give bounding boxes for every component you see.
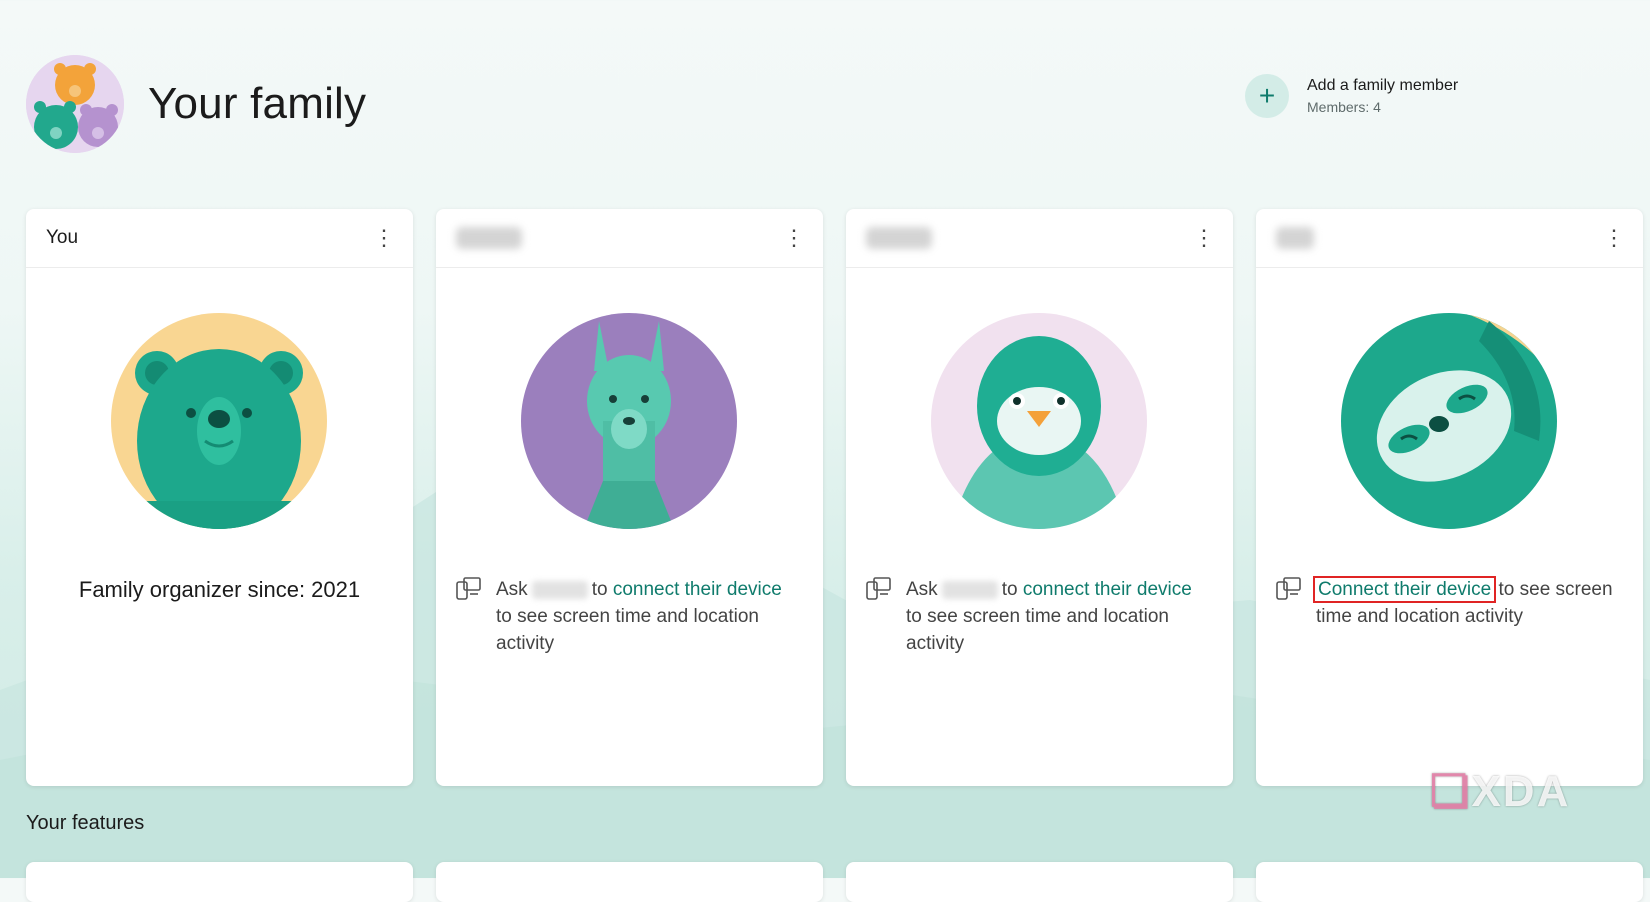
feature-card[interactable] — [1256, 862, 1643, 902]
member-name-redacted — [531, 580, 588, 599]
connect-device-info: Ask to connect their device to see screen… — [866, 576, 1211, 657]
member-name-redacted — [456, 227, 522, 249]
member-name-redacted — [1276, 227, 1314, 249]
member-name-redacted — [866, 227, 932, 249]
llama-avatar — [521, 313, 737, 529]
watermark-text: XDA — [1471, 767, 1571, 816]
penguin-avatar — [931, 313, 1147, 529]
more-options-icon[interactable]: ⋮ — [1193, 227, 1215, 249]
info-suffix: to see screen time and location activity — [496, 606, 759, 654]
feature-card[interactable] — [846, 862, 1233, 902]
connect-device-info: Connect their device to see screen time … — [1276, 576, 1621, 630]
member-card-3[interactable]: ⋮ Ask to connect their device to see scre… — [846, 209, 1233, 786]
connect-device-info: Ask to connect their device to see screen… — [456, 576, 801, 657]
devices-icon — [1276, 577, 1301, 600]
devices-icon — [456, 577, 481, 600]
connect-device-link[interactable]: connect their device — [613, 579, 782, 600]
add-member-label[interactable]: Add a family member — [1307, 77, 1458, 95]
more-options-icon[interactable]: ⋮ — [1603, 227, 1625, 249]
info-suffix: to see screen time and location activity — [906, 606, 1169, 654]
connect-device-link[interactable]: connect their device — [1023, 579, 1192, 600]
family-avatar — [26, 55, 124, 153]
to-text: to — [591, 579, 608, 600]
ask-text: Ask — [496, 579, 528, 600]
xda-watermark: ❏XDA — [1430, 766, 1570, 817]
feature-card[interactable] — [436, 862, 823, 902]
info-text: Connect their device to see screen time … — [1312, 576, 1621, 630]
add-family-member-button[interactable]: + Add a family member Members: 4 — [1245, 74, 1458, 118]
member-name: You — [46, 227, 79, 248]
member-name-redacted — [941, 580, 998, 599]
bear-avatar — [111, 313, 327, 529]
card-header: You ⋮ — [26, 209, 413, 268]
connect-device-link[interactable]: Connect their device — [1312, 576, 1497, 603]
plus-icon[interactable]: + — [1245, 74, 1289, 118]
members-count: Members: 4 — [1307, 99, 1381, 115]
add-member-text: Add a family member Members: 4 — [1307, 77, 1458, 115]
member-card-4[interactable]: ⋮ Connect their device to see screen tim… — [1256, 209, 1643, 786]
info-text: Ask to connect their device to see screen… — [906, 576, 1211, 657]
page-header: Your family — [26, 55, 366, 153]
features-title: Your features — [26, 812, 145, 834]
card-header: ⋮ — [1256, 209, 1643, 268]
member-card-you[interactable]: You ⋮ Family organizer since: 2021 — [26, 209, 413, 786]
to-text: to — [1001, 579, 1018, 600]
more-options-icon[interactable]: ⋮ — [373, 227, 395, 249]
more-options-icon[interactable]: ⋮ — [783, 227, 805, 249]
sloth-avatar — [1341, 313, 1557, 529]
devices-icon — [866, 577, 891, 600]
card-header: ⋮ — [846, 209, 1233, 268]
card-header: ⋮ — [436, 209, 823, 268]
organizer-text: Family organizer since: 2021 — [78, 577, 361, 602]
feature-card[interactable] — [26, 862, 413, 902]
member-card-2[interactable]: ⋮ Ask to connect their device to see scre… — [436, 209, 823, 786]
page-title: Your family — [148, 79, 367, 128]
info-text: Ask to connect their device to see screen… — [496, 576, 801, 657]
ask-text: Ask — [906, 579, 938, 600]
xda-logo-icon: ❏ — [1430, 767, 1472, 816]
